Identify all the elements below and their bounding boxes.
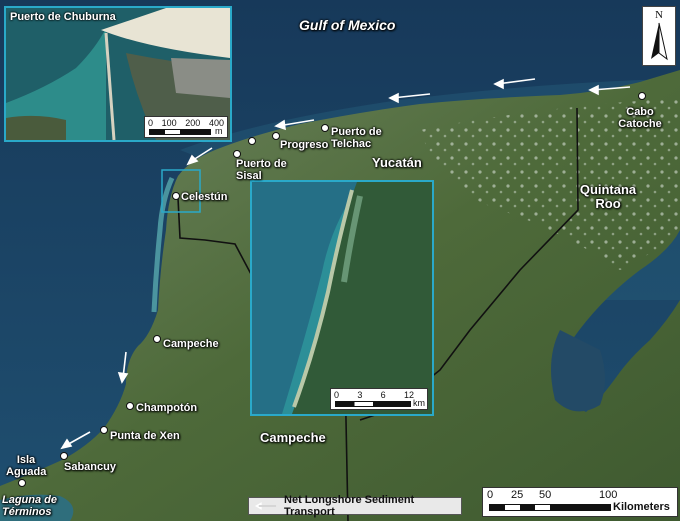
scale-tick: 3 <box>357 390 363 400</box>
label-isla-aguada: Isla Aguada <box>6 454 47 479</box>
scale-unit: km <box>413 398 425 408</box>
label-puerto-telchac: Puerto de Telchac <box>331 126 382 151</box>
scale-tick: 50 <box>539 489 552 501</box>
scale-unit: Kilometers <box>613 501 670 513</box>
place-dot <box>272 132 280 140</box>
inset-celestun-scalebar: 0 3 6 12 km <box>330 388 428 410</box>
inset-chuburna-scalebar: 0 100 200 400 m <box>144 116 228 138</box>
label-campeche: Campeche <box>163 338 219 350</box>
inset-chuburna: Puerto de Chuburna 0 100 200 400 m <box>4 6 232 142</box>
place-dot <box>248 137 256 145</box>
state-quintana-roo: Quintana Roo <box>579 182 637 212</box>
place-dot <box>126 402 134 410</box>
place-dot <box>233 150 241 158</box>
legend-label: Net Longshore Sediment Transport <box>284 494 415 518</box>
label-punta-xen: Punta de Xen <box>110 430 180 442</box>
place-dot <box>172 192 180 200</box>
scale-tick: 100 <box>599 489 618 501</box>
inset-chuburna-title: Puerto de Chuburna <box>10 11 116 23</box>
place-dot <box>60 452 68 460</box>
state-campeche: Campeche <box>260 430 326 445</box>
scale-tick: 25 <box>511 489 524 501</box>
place-dot <box>153 335 161 343</box>
place-dot <box>321 124 329 132</box>
label-laguna: Laguna de Términos <box>2 494 58 519</box>
label-champoton: Champotón <box>136 402 198 414</box>
scale-tick: 6 <box>380 390 386 400</box>
place-dot <box>100 426 108 434</box>
scale-tick: 0 <box>148 118 154 128</box>
label-cabo-catoche: Cabo Catoche <box>618 106 662 131</box>
north-arrow: N <box>642 6 676 66</box>
gulf-label: Gulf of Mexico <box>299 17 396 33</box>
label-progreso: Progreso <box>280 139 329 151</box>
place-dot <box>18 479 26 487</box>
label-puerto-sisal: Puerto de Sisal <box>236 158 287 183</box>
main-scalebar: 0 25 50 100 Kilometers <box>482 487 678 517</box>
inset-celestun-image <box>252 182 432 414</box>
map: Puerto de Chuburna 0 100 200 400 m 0 3 6 <box>0 0 680 521</box>
label-sabancuy: Sabancuy <box>64 461 116 473</box>
state-yucatan: Yucatán <box>372 155 422 170</box>
scale-tick: 200 <box>185 118 201 128</box>
scale-tick: 0 <box>334 390 340 400</box>
legend: Net Longshore Sediment Transport <box>248 494 462 518</box>
inset-celestun: 0 3 6 12 km <box>250 180 434 416</box>
scale-unit: m <box>215 126 223 136</box>
scale-tick: 100 <box>161 118 177 128</box>
label-celestun: Celestún <box>181 191 228 203</box>
arrow-icon <box>254 502 277 510</box>
scale-tick: 0 <box>487 489 494 501</box>
north-arrow-icon <box>651 22 668 61</box>
place-dot <box>638 92 646 100</box>
